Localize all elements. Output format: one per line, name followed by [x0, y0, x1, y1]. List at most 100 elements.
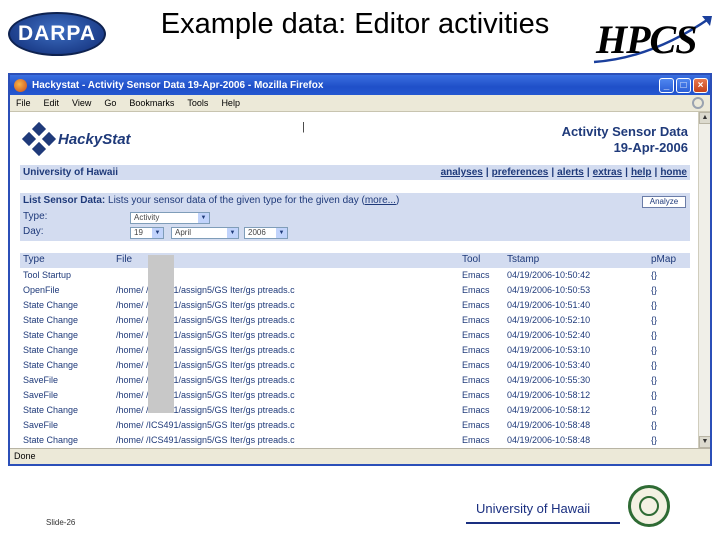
type-select[interactable]: Activity ▼ [130, 212, 210, 224]
cell-type: Tool Startup [23, 270, 72, 280]
cell-pmap: {} [651, 270, 658, 280]
form-title-bold: List Sensor Data: [23, 195, 106, 206]
header-file: File [116, 254, 133, 265]
day-label: Day: [23, 226, 44, 237]
table-row: State Change/home/ /ICS491/assign5/GS It… [20, 403, 690, 418]
nav-link-extras[interactable]: extras [593, 167, 622, 178]
status-bar: Done [10, 448, 710, 464]
cell-file: /home/ /ICS491/assign5/GS Iter/gs ptread… [116, 300, 295, 310]
nav-links: analyses | preferences | alerts | extras | help |… [440, 167, 687, 178]
nav-link-preferences[interactable]: preferences [492, 167, 549, 178]
university-label: University of Hawaii [23, 167, 119, 178]
header-type: Type [23, 254, 45, 265]
close-button[interactable]: × [693, 77, 708, 93]
page-heading-date: 19-Apr-2006 [613, 140, 688, 155]
header-pmap: pMap [651, 254, 677, 265]
darpa-logo: DARPA [8, 12, 106, 56]
browser-window: Hackystat - Activity Sensor Data 19-Apr-… [8, 73, 712, 466]
cell-tstamp: 04/19/2006-10:52:10 [507, 315, 591, 325]
cell-tool: Emacs [462, 420, 490, 430]
firefox-icon [14, 78, 27, 92]
nav-band: University of Hawaii analyses | preference… [20, 165, 690, 180]
cell-tstamp: 04/19/2006-10:50:42 [507, 270, 591, 280]
cell-pmap: {} [651, 390, 658, 400]
cell-tool: Emacs [462, 360, 490, 370]
nav-link-help[interactable]: help [631, 167, 652, 178]
chevron-down-icon: ▼ [227, 228, 238, 238]
cell-type: State Change [23, 315, 79, 325]
cell-file: /home/ /ICS491/assign5/GS Iter/gs ptread… [116, 435, 295, 445]
table-row: State Change/home/ /ICS491/assign5/GS It… [20, 328, 690, 343]
hackystat-logo: HackyStat [21, 121, 131, 157]
cell-tstamp: 04/19/2006-10:52:40 [507, 330, 591, 340]
cell-pmap: {} [651, 405, 658, 415]
cell-tool: Emacs [462, 330, 490, 340]
cell-pmap: {} [651, 330, 658, 340]
cell-tstamp: 04/19/2006-10:58:48 [507, 420, 591, 430]
cell-tstamp: 04/19/2006-10:50:53 [507, 285, 591, 295]
nav-link-analyses[interactable]: analyses [441, 167, 483, 178]
menu-bar: File Edit View Go Bookmarks Tools Help [10, 95, 710, 112]
menu-file[interactable]: File [16, 98, 31, 108]
cell-tool: Emacs [462, 390, 490, 400]
cell-file: /home/ /ICS491/assign5/GS Iter/gs ptread… [116, 390, 295, 400]
redaction-block [148, 255, 174, 413]
cell-tool: Emacs [462, 315, 490, 325]
slide-number: Slide-26 [46, 518, 76, 527]
more-link[interactable]: more... [365, 195, 396, 206]
month-select[interactable]: April ▼ [171, 227, 239, 239]
form-title-text: Lists your sensor data of the given type… [105, 195, 365, 206]
cell-pmap: {} [651, 360, 658, 370]
maximize-button[interactable]: □ [676, 77, 691, 93]
page-content: HackyStat | Activity Sensor Data 19-Apr-… [10, 112, 698, 448]
cell-tool: Emacs [462, 285, 490, 295]
cell-file: /home/ /ICS491/assign5/GS Iter/gs ptread… [116, 315, 295, 325]
cell-type: SaveFile [23, 390, 59, 400]
cell-tool: Emacs [462, 345, 490, 355]
minimize-button[interactable]: _ [659, 77, 674, 93]
nav-link-home[interactable]: home [660, 167, 687, 178]
menu-tools[interactable]: Tools [187, 98, 208, 108]
cell-tstamp: 04/19/2006-10:55:30 [507, 375, 591, 385]
cell-type: State Change [23, 300, 79, 310]
sensor-data-form: List Sensor Data: Lists your sensor data… [20, 193, 690, 241]
table-row: SaveFile/home/ /ICS491/assign5/GS Iter/g… [20, 388, 690, 403]
cell-type: OpenFile [23, 285, 60, 295]
text-cursor-icon: | [302, 121, 305, 133]
form-title: List Sensor Data: Lists your sensor data… [23, 195, 400, 206]
scroll-up-icon[interactable]: ▲ [699, 112, 710, 124]
menu-edit[interactable]: Edit [44, 98, 60, 108]
cell-tstamp: 04/19/2006-10:51:40 [507, 300, 591, 310]
hackystat-mark-icon [21, 121, 57, 157]
menu-go[interactable]: Go [104, 98, 116, 108]
menu-bookmarks[interactable]: Bookmarks [129, 98, 174, 108]
cell-file: /home/ /ICS491/assign5/GS Iter/gs ptread… [116, 330, 295, 340]
cell-tstamp: 04/19/2006-10:58:48 [507, 435, 591, 445]
cell-tstamp: 04/19/2006-10:58:12 [507, 405, 591, 415]
cell-tstamp: 04/19/2006-10:53:10 [507, 345, 591, 355]
cell-tool: Emacs [462, 405, 490, 415]
nav-link-alerts[interactable]: alerts [557, 167, 584, 178]
table-row: OpenFile/home/ /ICS491/assign5/GS Iter/g… [20, 283, 690, 298]
table-row: SaveFile/home/ /ICS491/assign5/GS Iter/g… [20, 418, 690, 433]
page-heading: Activity Sensor Data 19-Apr-2006 [562, 124, 688, 156]
table-row: State Change/home/ /ICS491/assign5/GS It… [20, 298, 690, 313]
hpcs-logo: HPCS [592, 12, 716, 66]
menu-help[interactable]: Help [221, 98, 240, 108]
menu-view[interactable]: View [72, 98, 91, 108]
cell-type: State Change [23, 330, 79, 340]
type-label: Type: [23, 211, 48, 222]
header-tool: Tool [462, 254, 481, 265]
day-select[interactable]: 19 ▼ [130, 227, 164, 239]
cell-type: SaveFile [23, 375, 59, 385]
cell-file: /home/ /ICS491/assign5/GS Iter/gs ptread… [116, 360, 295, 370]
vertical-scrollbar[interactable]: ▲ ▼ [698, 112, 710, 448]
scroll-down-icon[interactable]: ▼ [699, 436, 710, 448]
cell-file: /home/ /ICS491/assign5/GS Iter/gs ptread… [116, 405, 295, 415]
cell-pmap: {} [651, 315, 658, 325]
cell-tool: Emacs [462, 270, 490, 280]
analyze-button[interactable]: Analyze [642, 196, 686, 208]
table-row: State Change/home/ /ICS491/assign5/GS It… [20, 313, 690, 328]
cell-pmap: {} [651, 420, 658, 430]
year-select[interactable]: 2006 ▼ [244, 227, 288, 239]
